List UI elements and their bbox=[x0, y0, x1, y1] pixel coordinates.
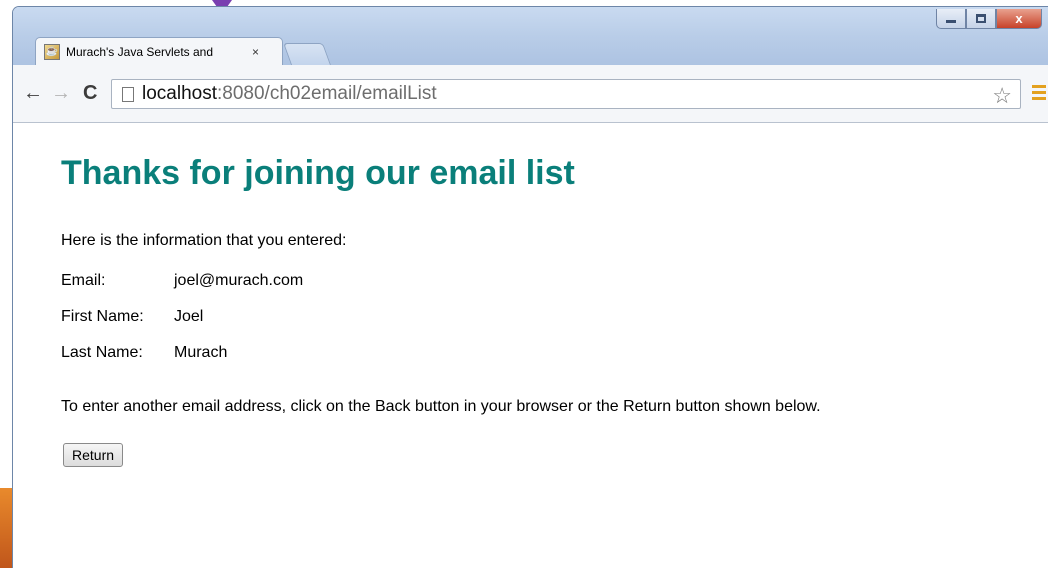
close-icon: x bbox=[1015, 11, 1023, 26]
title-bar: x ☕ Murach's Java Servlets and × bbox=[13, 7, 1048, 65]
tab-close-icon[interactable]: × bbox=[252, 45, 259, 59]
favicon-icon: ☕ bbox=[44, 43, 60, 60]
minimize-button[interactable] bbox=[936, 9, 966, 29]
page-icon bbox=[122, 86, 134, 102]
maximize-button[interactable] bbox=[966, 9, 996, 29]
tab-murach-servlets[interactable]: ☕ Murach's Java Servlets and × bbox=[35, 37, 283, 65]
info-row-first-name: First Name: Joel bbox=[61, 308, 303, 344]
slide-accent-bar bbox=[0, 488, 12, 568]
page-content: Thanks for joining our email list Here i… bbox=[13, 124, 1048, 568]
info-label: First Name: bbox=[61, 308, 144, 325]
tab-title: Murach's Java Servlets and bbox=[66, 44, 214, 59]
url-text[interactable]: localhost:8080/ch02email/emailList bbox=[142, 83, 437, 105]
info-value: Joel bbox=[174, 308, 204, 325]
minimize-icon bbox=[946, 20, 956, 23]
browser-window: x ☕ Murach's Java Servlets and × ← → C l… bbox=[12, 6, 1048, 568]
url-host: localhost bbox=[142, 83, 217, 104]
bookmark-star-icon[interactable]: ☆ bbox=[992, 83, 1012, 109]
info-label: Last Name: bbox=[61, 344, 143, 361]
instruction-text: To enter another email address, click on… bbox=[61, 398, 821, 415]
back-arrow-icon[interactable]: ← bbox=[23, 83, 43, 103]
info-value: Murach bbox=[174, 344, 228, 361]
menu-icon[interactable] bbox=[1032, 85, 1046, 103]
page-heading: Thanks for joining our email list bbox=[61, 154, 575, 192]
info-label: Email: bbox=[61, 272, 106, 289]
browser-toolbar: ← → C localhost:8080/ch02email/emailList… bbox=[13, 65, 1048, 123]
window-controls: x bbox=[936, 9, 1042, 29]
slide-background-strip bbox=[0, 0, 12, 568]
url-path: :8080/ch02email/emailList bbox=[217, 83, 437, 104]
entered-info-table: Email: joel@murach.com First Name: Joel … bbox=[61, 272, 303, 380]
address-bar[interactable]: localhost:8080/ch02email/emailList ☆ bbox=[111, 79, 1021, 109]
info-value: joel@murach.com bbox=[174, 272, 304, 289]
intro-text: Here is the information that you entered… bbox=[61, 232, 347, 249]
maximize-icon bbox=[976, 14, 986, 23]
forward-arrow-icon[interactable]: → bbox=[51, 83, 71, 103]
reload-icon[interactable]: C bbox=[83, 83, 97, 103]
info-row-email: Email: joel@murach.com bbox=[61, 272, 303, 308]
return-button[interactable]: Return bbox=[63, 443, 124, 467]
close-window-button[interactable]: x bbox=[996, 9, 1042, 29]
info-row-last-name: Last Name: Murach bbox=[61, 344, 303, 380]
new-tab-button[interactable] bbox=[282, 43, 332, 65]
